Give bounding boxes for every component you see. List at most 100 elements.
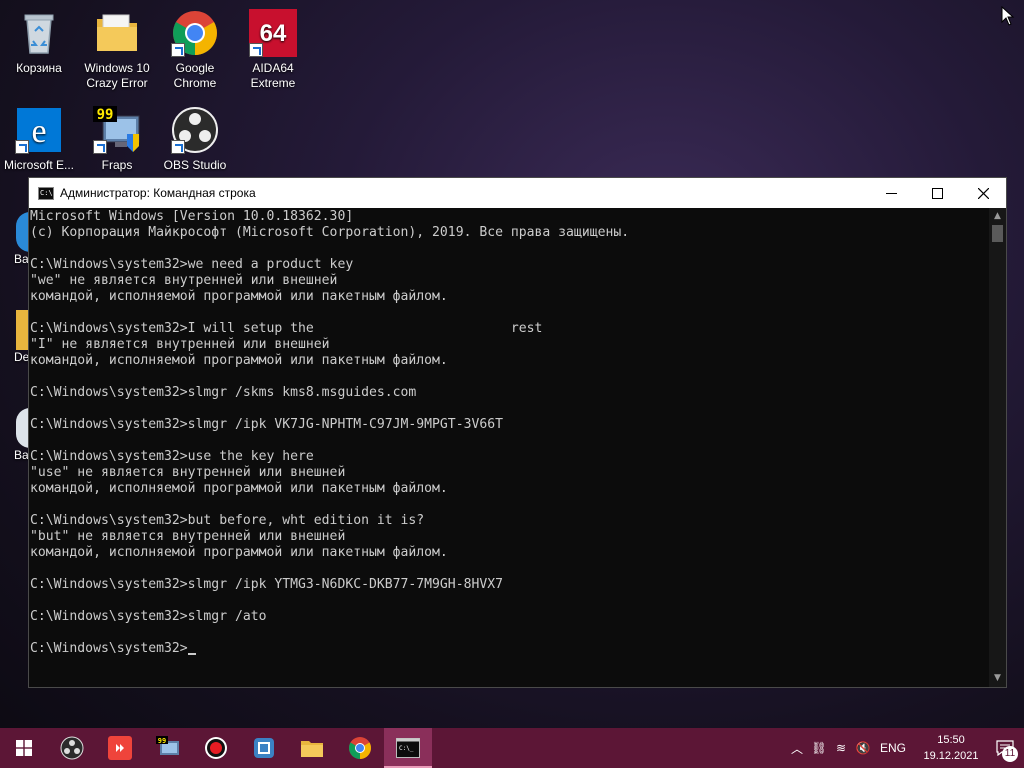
desktop-icon-aida64[interactable]: 64 AIDA64 Extreme [235, 9, 311, 91]
console-line: командой, исполняемой программой или пак… [30, 481, 448, 496]
window-titlebar[interactable]: C:\ Администратор: Командная строка [29, 178, 1006, 208]
volume-muted-icon[interactable]: 🔇 [852, 741, 874, 755]
svg-text:e: e [31, 113, 46, 150]
desktop-icon-recycle-bin[interactable]: Корзина [1, 9, 77, 76]
obs-icon [60, 736, 84, 760]
fraps-icon: 99 [156, 736, 179, 755]
maximize-button[interactable] [914, 178, 960, 208]
desktop-icon-partial-1[interactable]: Ba [0, 212, 30, 266]
console-line: Microsoft Windows [Version 10.0.18362.30… [30, 209, 354, 224]
console-line: "but" не является внутренней или внешней [30, 529, 346, 544]
explorer-icon [301, 741, 323, 757]
taskbar-cmd[interactable]: C:\_ [384, 728, 432, 768]
console-line: C:\Windows\system32>but before, wht edit… [30, 513, 425, 528]
taskbar-fraps[interactable]: 99 [144, 728, 192, 768]
media-icon [254, 738, 274, 758]
clock[interactable]: 15:50 19.12.2021 [916, 732, 986, 764]
shortcut-arrow-icon [15, 140, 29, 154]
desktop-icon-partial-2[interactable]: De [0, 310, 30, 364]
cmd-icon: C:\_ [396, 738, 420, 758]
console-line: C:\Windows\system32>use the key here [30, 449, 314, 464]
taskbar-recorder[interactable] [192, 728, 240, 768]
minimize-icon [885, 192, 897, 194]
console-line: (c) Корпорация Майкрософт (Microsoft Cor… [30, 225, 630, 240]
console-line: "I" не является внутренней или внешней [30, 337, 330, 352]
fraps-icon: 99 [93, 106, 141, 154]
close-button[interactable] [960, 178, 1006, 208]
close-icon [977, 187, 989, 199]
desktop-icon-microsoft-edge[interactable]: e Microsoft E... [1, 106, 77, 173]
maximize-icon [931, 187, 943, 199]
scroll-up-arrow-icon[interactable]: ▲ [989, 208, 1006, 225]
mouse-pointer-icon [1001, 6, 1015, 26]
desktop-icon-fraps[interactable]: 99 Fraps [79, 106, 155, 173]
console-line: C:\Windows\system32>we need a product ke… [30, 257, 354, 272]
cmd-icon-glyph: C:\_ [399, 745, 414, 752]
clock-date: 19.12.2021 [923, 750, 979, 762]
clock-time: 15:50 [937, 734, 965, 746]
shortcut-arrow-icon [93, 140, 107, 154]
chrome-icon [349, 737, 371, 759]
window-title: Администратор: Командная строка [60, 186, 256, 200]
shortcut-arrow-icon [171, 140, 185, 154]
wifi-icon[interactable]: ≋ [830, 741, 852, 755]
console-line: командой, исполняемой программой или пак… [30, 353, 448, 368]
taskbar-obs[interactable] [48, 728, 96, 768]
shortcut-arrow-icon [249, 43, 263, 57]
start-button[interactable] [0, 728, 48, 768]
edge-icon: e [15, 106, 63, 154]
scrollbar-thumb[interactable] [992, 225, 1003, 242]
shortcut-arrow-icon [171, 43, 185, 57]
taskbar-file-explorer[interactable] [288, 728, 336, 768]
aida64-icon: 64 [249, 9, 297, 57]
chrome-icon [171, 9, 219, 57]
console-line: C:\Windows\system32>slmgr /ipk YTMG3-N6D… [30, 577, 503, 592]
windows-logo-icon [16, 740, 32, 756]
vertical-scrollbar[interactable]: ▲ ▼ [989, 208, 1006, 687]
console-line: C:\Windows\system32> [30, 641, 989, 657]
taskbar-anydesk[interactable] [96, 728, 144, 768]
taskbar-media-app[interactable] [240, 728, 288, 768]
console-line: C:\Windows\system32>slmgr /ipk VK7JG-NPH… [30, 417, 503, 432]
cmd-window[interactable]: C:\ Администратор: Командная строка Micr… [28, 177, 1007, 688]
desktop-icon-crazy-error-folder[interactable]: Windows 10 Crazy Error [79, 9, 155, 91]
recycle-bin-icon [15, 9, 63, 57]
anydesk-icon [108, 736, 132, 760]
scroll-down-arrow-icon[interactable]: ▼ [989, 670, 1006, 687]
language-indicator[interactable]: ENG [880, 741, 906, 755]
console-line: командой, исполняемой программой или пак… [30, 545, 448, 560]
action-center-button[interactable]: 11 [986, 728, 1024, 768]
system-tray: ︿ ⛓ ≋ 🔇 ENG 15:50 19.12.2021 11 [786, 728, 1024, 768]
text-cursor [187, 653, 196, 655]
cmd-window-icon[interactable]: C:\ [38, 186, 54, 200]
record-icon [205, 737, 227, 759]
show-hidden-icons-chevron-up-icon[interactable]: ︿ [786, 740, 808, 757]
console-line: "we" не является внутренней или внешней [30, 273, 338, 288]
console-line: командой, исполняемой программой или пак… [30, 289, 448, 304]
desktop-icon-partial-3[interactable]: Ba [0, 408, 30, 462]
obs-icon [171, 106, 219, 154]
network-status-icon[interactable]: ⛓ [808, 741, 830, 755]
desktop-icon-google-chrome[interactable]: Google Chrome [157, 9, 233, 91]
notification-count-badge: 11 [1002, 746, 1018, 762]
console-line: C:\Windows\system32>slmgr /ato [30, 609, 267, 624]
desktop-icon-obs-studio[interactable]: OBS Studio [157, 106, 233, 173]
fraps-badge: 99 [97, 107, 114, 123]
taskbar: 99 C:\_ ︿ ⛓ ≋ 🔇 ENG 15:50 19.12.2021 11 [0, 728, 1024, 768]
console-output[interactable]: Microsoft Windows [Version 10.0.18362.30… [29, 208, 989, 687]
console-line: C:\Windows\system32>slmgr /skms kms8.msg… [30, 385, 417, 400]
aida64-badge: 64 [260, 20, 287, 47]
taskbar-chrome[interactable] [336, 728, 384, 768]
console-line: C:\Windows\system32>I will setup the res… [30, 321, 543, 336]
fraps-badge: 99 [158, 737, 166, 745]
minimize-button[interactable] [868, 178, 914, 208]
